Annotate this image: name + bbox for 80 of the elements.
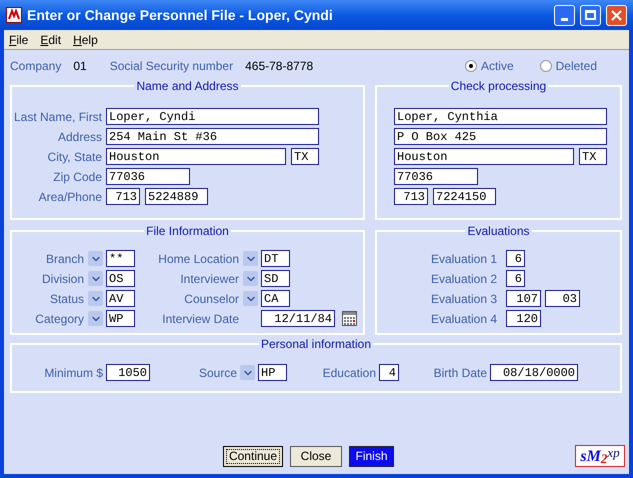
text-field[interactable]: 6 bbox=[506, 270, 525, 287]
field-label: Birth Date bbox=[432, 364, 487, 382]
group-title: Check processing bbox=[448, 78, 548, 94]
dropdown-button[interactable] bbox=[243, 271, 258, 286]
action-button[interactable]: Continue bbox=[223, 446, 283, 466]
text-field[interactable]: 77036 bbox=[106, 168, 190, 185]
text-field[interactable]: 4 bbox=[379, 364, 399, 381]
date-field[interactable]: 12/11/84 bbox=[261, 310, 335, 327]
field-label: Education bbox=[322, 364, 376, 382]
field-label: Interviewer bbox=[179, 270, 239, 288]
text-field[interactable]: Loper, Cyndi bbox=[106, 108, 319, 125]
menu-item[interactable]: Help bbox=[73, 30, 98, 48]
minimize-button[interactable] bbox=[554, 4, 575, 26]
text-field[interactable]: SD bbox=[261, 270, 290, 287]
field-label: Area/Phone bbox=[38, 188, 102, 206]
dropdown-button[interactable] bbox=[243, 251, 258, 266]
text-field[interactable]: DT bbox=[261, 250, 290, 267]
text-field[interactable]: OS bbox=[106, 270, 135, 287]
window-title: Enter or Change Personnel File - Loper, Cyndi bbox=[27, 6, 334, 25]
field-label: Home Location bbox=[157, 250, 239, 268]
action-button[interactable]: Finish bbox=[349, 446, 394, 466]
menu-item[interactable]: Edit bbox=[40, 30, 62, 48]
action-button[interactable]: Close bbox=[290, 446, 342, 466]
text-field[interactable]: TX bbox=[291, 148, 319, 165]
text-field[interactable]: 713 bbox=[394, 188, 428, 205]
text-field[interactable]: AV bbox=[106, 290, 135, 307]
ssn-label: Social Security number bbox=[110, 58, 234, 75]
text-field[interactable]: 1050 bbox=[106, 364, 150, 381]
calendar-icon[interactable] bbox=[342, 311, 357, 326]
dropdown-button[interactable] bbox=[88, 251, 103, 266]
maximize-button[interactable] bbox=[580, 4, 601, 26]
text-field[interactable]: 03 bbox=[545, 290, 580, 307]
text-field[interactable]: WP bbox=[106, 310, 135, 327]
radio-option[interactable]: Active bbox=[464, 57, 514, 75]
text-field[interactable]: 6 bbox=[506, 250, 525, 267]
text-field[interactable]: Loper, Cynthia bbox=[394, 108, 607, 125]
close-icon bbox=[611, 10, 622, 20]
field-label: Interview Date bbox=[161, 310, 239, 328]
text-field[interactable]: P O Box 425 bbox=[394, 128, 607, 145]
dropdown-button[interactable] bbox=[243, 291, 258, 306]
dropdown-button[interactable] bbox=[240, 365, 255, 380]
text-field[interactable]: CA bbox=[261, 290, 290, 307]
field-label: Evaluation 2 bbox=[430, 270, 497, 288]
field-label: Minimum $ bbox=[43, 364, 103, 382]
field-label: Branch bbox=[44, 250, 84, 268]
close-button[interactable] bbox=[606, 4, 627, 26]
text-field[interactable]: Houston bbox=[106, 148, 286, 165]
field-label: Counselor bbox=[183, 290, 239, 308]
text-field[interactable]: 254 Main St #36 bbox=[106, 128, 319, 145]
text-field[interactable]: 107 bbox=[506, 290, 541, 307]
company-value: 01 bbox=[73, 58, 87, 75]
menu-item[interactable]: File bbox=[9, 30, 28, 48]
field-label: Status bbox=[48, 290, 84, 308]
field-label: Division bbox=[40, 270, 84, 288]
text-field[interactable]: HP bbox=[258, 364, 287, 381]
text-field[interactable]: 77036 bbox=[394, 168, 478, 185]
field-label: Evaluation 4 bbox=[430, 310, 497, 328]
text-field[interactable]: 120 bbox=[506, 310, 541, 327]
field-label: Source bbox=[198, 364, 237, 382]
app-icon bbox=[6, 7, 22, 23]
text-field[interactable]: 5224889 bbox=[145, 188, 208, 205]
dropdown-button[interactable] bbox=[88, 311, 103, 326]
text-field[interactable]: 08/18/0000 bbox=[490, 364, 578, 381]
field-label: City, State bbox=[46, 148, 102, 166]
field-label: Last Name, First bbox=[14, 108, 102, 126]
field-label: Address bbox=[56, 128, 102, 146]
radio-option[interactable]: Deleted bbox=[540, 57, 597, 75]
field-label: Category bbox=[34, 310, 84, 328]
text-field[interactable]: Houston bbox=[394, 148, 574, 165]
text-field[interactable]: ** bbox=[106, 250, 135, 267]
field-label: Evaluation 3 bbox=[430, 290, 497, 308]
field-label: Evaluation 1 bbox=[430, 250, 497, 268]
field-label: Zip Code bbox=[52, 168, 102, 186]
company-label: Company bbox=[10, 58, 62, 75]
text-field[interactable]: TX bbox=[579, 148, 607, 165]
text-field[interactable]: 7224150 bbox=[433, 188, 496, 205]
dropdown-button[interactable] bbox=[88, 291, 103, 306]
dropdown-button[interactable] bbox=[88, 271, 103, 286]
ssn-value: 465-78-8778 bbox=[245, 58, 314, 75]
text-field[interactable]: 713 bbox=[106, 188, 140, 205]
